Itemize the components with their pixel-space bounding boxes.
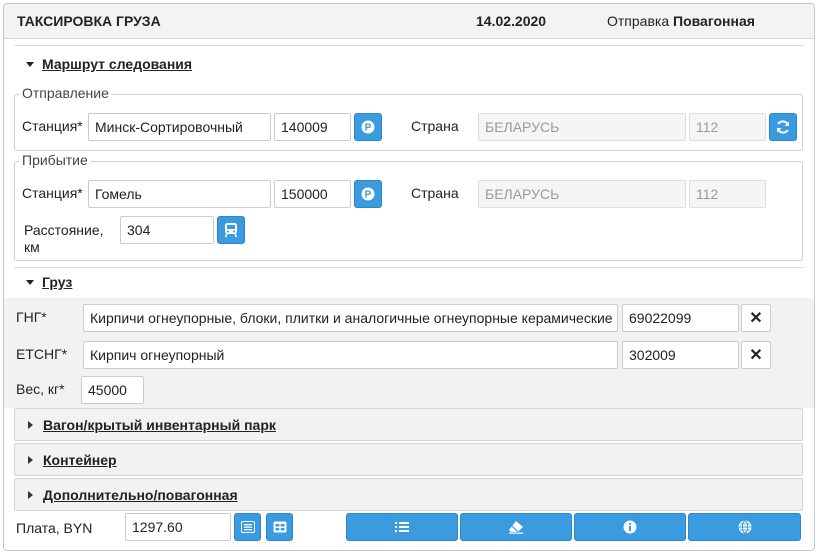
eraser-icon — [509, 521, 523, 534]
caret-down-icon — [26, 62, 34, 67]
departure-legend: Отправление — [19, 85, 112, 101]
divider — [14, 267, 803, 268]
gng-code-input[interactable]: 69022099 — [622, 304, 739, 332]
etsng-name-input[interactable]: Кирпич огнеупорный — [83, 341, 618, 369]
shipment-label: Отправка — [607, 13, 670, 29]
close-icon: ✕ — [749, 347, 763, 364]
caret-right-icon — [28, 491, 33, 499]
refresh-button[interactable] — [769, 113, 797, 141]
arrival-country-input: БЕЛАРУСЬ — [478, 180, 686, 208]
distance-label-line2: км — [24, 239, 40, 255]
header-date: 14.02.2020 — [476, 13, 547, 29]
svg-text:P: P — [365, 123, 372, 134]
page-title: ТАКСИРОВКА ГРУЗА — [17, 13, 161, 29]
info-icon — [623, 520, 637, 534]
departure-station-input[interactable]: Минск-Сортировочный — [88, 113, 271, 141]
globe-icon — [738, 520, 751, 534]
distance-label-line1: Расстояние, — [24, 222, 104, 238]
shipment-type: Отправка Повагонная — [607, 13, 755, 29]
arrival-station-lookup-button[interactable]: P — [354, 180, 382, 208]
departure-country-input: БЕЛАРУСЬ — [478, 113, 686, 141]
etsng-clear-button[interactable]: ✕ — [741, 341, 771, 369]
departure-station-code-input[interactable]: 140009 — [274, 113, 351, 141]
container-panel-header[interactable]: Контейнер — [14, 443, 803, 476]
list-icon — [240, 521, 255, 533]
shipment-value: Повагонная — [673, 13, 755, 29]
arrival-station-input[interactable]: Гомель — [88, 180, 271, 208]
container-panel-title: Контейнер — [43, 452, 117, 468]
weight-label: Вес, кг* — [16, 381, 65, 397]
wagon-panel-header[interactable]: Вагон/крытый инвентарный парк — [14, 408, 803, 441]
route-section-title: Маршрут следования — [42, 56, 193, 72]
weight-input[interactable]: 45000 — [81, 376, 144, 404]
caret-down-icon — [26, 280, 34, 285]
fee-input[interactable]: 1297.60 — [125, 513, 231, 541]
arrival-country-code-input: 112 — [689, 180, 766, 208]
additional-panel-header[interactable]: Дополнительно/повагонная — [14, 478, 803, 511]
list-icon — [395, 522, 409, 532]
svg-text:P: P — [365, 190, 372, 201]
departure-station-label: Станция* — [22, 118, 83, 134]
parking-icon: P — [361, 187, 375, 201]
wagon-panel-title: Вагон/крытый инвентарный парк — [43, 417, 276, 433]
distance-calc-button[interactable] — [217, 216, 245, 244]
etsng-code-input[interactable]: 302009 — [622, 341, 739, 369]
taxation-form: ТАКСИРОВКА ГРУЗА 14.02.2020 Отправка Пов… — [3, 3, 815, 551]
arrival-group — [14, 161, 803, 261]
divider — [14, 45, 803, 46]
train-icon — [224, 223, 238, 238]
departure-country-label: Страна — [411, 118, 459, 134]
distance-input[interactable]: 304 — [120, 216, 214, 244]
departure-station-lookup-button[interactable]: P — [354, 113, 382, 141]
arrival-station-code-input[interactable]: 150000 — [274, 180, 351, 208]
route-section-toggle[interactable]: Маршрут следования — [14, 54, 214, 76]
etsng-label: ЕТСНГ* — [16, 346, 68, 362]
arrival-country-label: Страна — [411, 185, 459, 201]
fee-label: Плата, BYN — [16, 520, 93, 536]
gng-label: ГНГ* — [16, 309, 47, 325]
fee-details-button[interactable] — [234, 513, 261, 541]
info-button[interactable] — [574, 513, 686, 541]
list-button[interactable] — [346, 513, 458, 541]
additional-panel-title: Дополнительно/повагонная — [43, 487, 238, 503]
globe-button[interactable] — [688, 513, 801, 541]
close-icon: ✕ — [749, 310, 763, 327]
clear-button[interactable] — [460, 513, 572, 541]
fee-table-button[interactable] — [266, 513, 293, 541]
arrival-station-label: Станция* — [22, 185, 83, 201]
arrival-legend: Прибытие — [19, 152, 91, 168]
caret-right-icon — [28, 421, 33, 429]
table-icon — [273, 521, 286, 533]
departure-country-code-input: 112 — [689, 113, 766, 141]
caret-right-icon — [28, 456, 33, 464]
gng-name-input[interactable]: Кирпичи огнеупорные, блоки, плитки и ана… — [83, 304, 618, 332]
cargo-section-toggle[interactable]: Груз — [14, 272, 134, 294]
refresh-icon — [777, 120, 789, 134]
gng-clear-button[interactable]: ✕ — [741, 304, 771, 332]
distance-label: Расстояние, км — [24, 222, 104, 256]
cargo-section-title: Груз — [42, 274, 73, 290]
parking-icon: P — [361, 120, 375, 134]
form-header: ТАКСИРОВКА ГРУЗА 14.02.2020 Отправка Пов… — [4, 4, 814, 39]
